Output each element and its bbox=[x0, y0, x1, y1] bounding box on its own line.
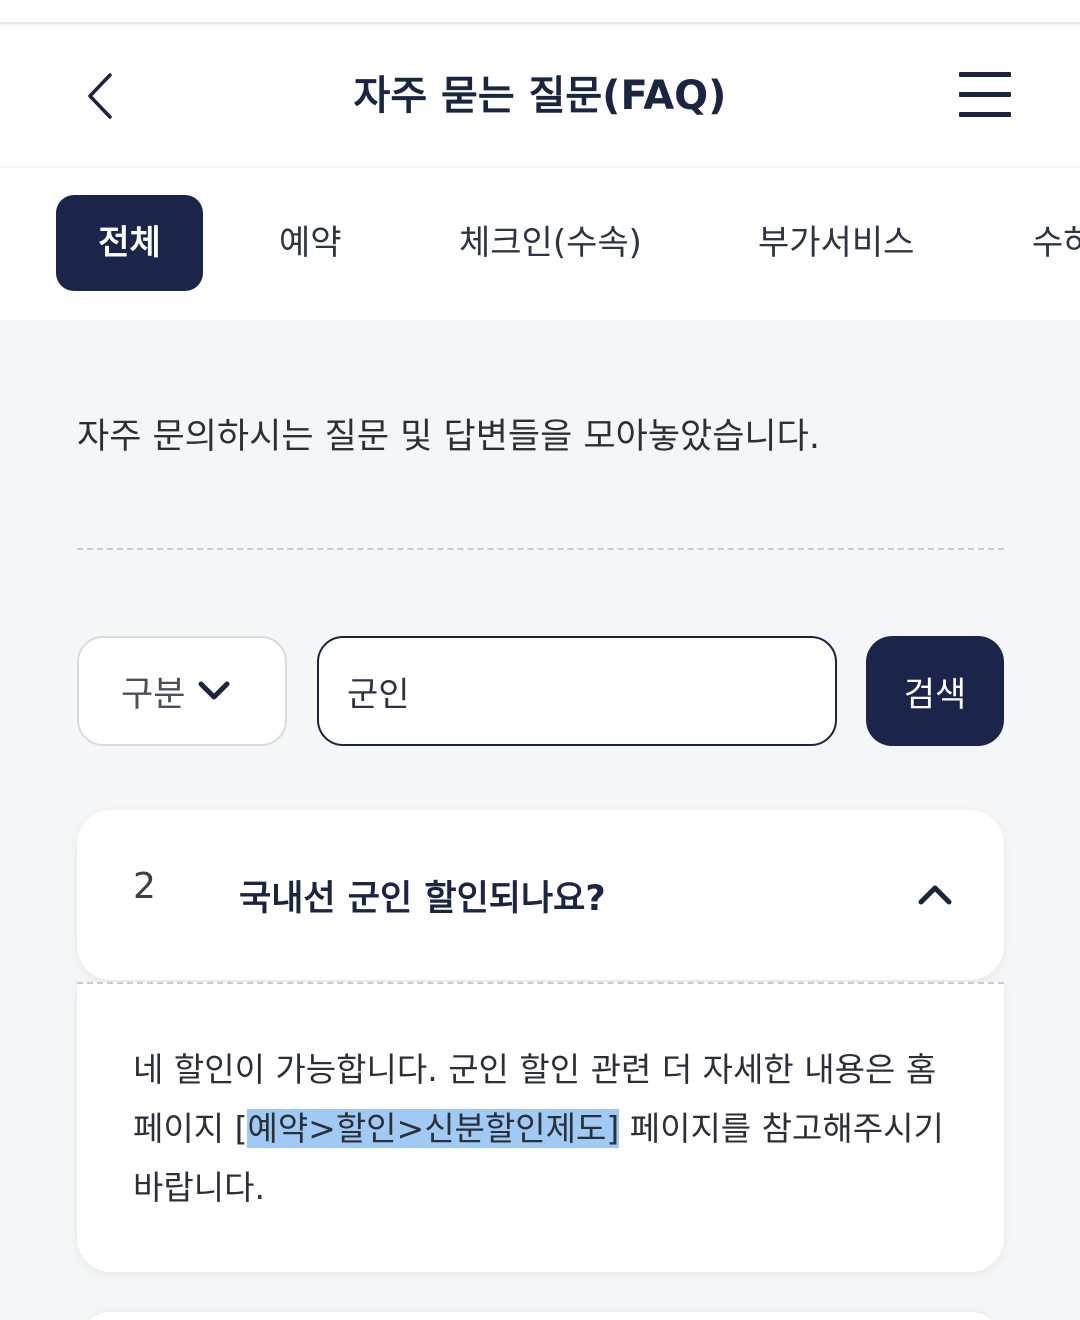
status-bar-area bbox=[0, 0, 1080, 24]
menu-button[interactable] bbox=[950, 66, 1020, 126]
app-header: 자주 묻는 질문(FAQ) bbox=[0, 26, 1080, 166]
tab-reservation[interactable]: 예약 bbox=[279, 195, 342, 291]
hamburger-menu-icon bbox=[959, 72, 1011, 77]
intro-text: 자주 문의하시는 질문 및 답변들을 모아놓았습니다. bbox=[77, 417, 820, 457]
search-input[interactable] bbox=[317, 636, 837, 746]
category-tabs: 전체 예약 체크인(수속) 부가서비스 수하 bbox=[0, 168, 1080, 320]
divider bbox=[77, 548, 1004, 550]
chevron-down-icon bbox=[197, 680, 231, 702]
answer-link-highlight[interactable]: 예약>할인>신분할인제도] bbox=[247, 1109, 620, 1148]
tab-checkin[interactable]: 체크인(수속) bbox=[459, 195, 642, 291]
faq-answer-text: 네 할인이 가능합니다. 군인 할인 관련 더 자세한 내용은 홈페이지 [예약… bbox=[133, 1050, 944, 1207]
page-title: 자주 묻는 질문(FAQ) bbox=[353, 73, 727, 119]
category-select-label: 구분 bbox=[121, 674, 186, 715]
search-button[interactable]: 검색 bbox=[866, 636, 1004, 746]
faq-item: 2 국내선 군인 할인되나요? 네 할인이 가능합니다. 군인 할인 관련 더 … bbox=[77, 810, 1004, 1272]
faq-question-header[interactable]: 2 국내선 군인 할인되나요? bbox=[77, 810, 1004, 980]
faq-answer: 네 할인이 가능합니다. 군인 할인 관련 더 자세한 내용은 홈페이지 [예약… bbox=[77, 982, 1004, 1272]
faq-question: 국내선 군인 할인되나요? bbox=[239, 879, 606, 919]
faq-number: 2 bbox=[133, 866, 156, 907]
category-select[interactable]: 구분 bbox=[77, 636, 287, 746]
tab-all[interactable]: 전체 bbox=[56, 195, 203, 291]
chevron-left-icon bbox=[88, 73, 112, 119]
chevron-up-icon[interactable] bbox=[913, 876, 957, 912]
faq-item-next[interactable] bbox=[77, 1312, 1004, 1320]
tab-extra-services[interactable]: 부가서비스 bbox=[758, 195, 914, 291]
tab-baggage[interactable]: 수하 bbox=[1032, 195, 1080, 291]
back-button[interactable] bbox=[70, 64, 130, 128]
